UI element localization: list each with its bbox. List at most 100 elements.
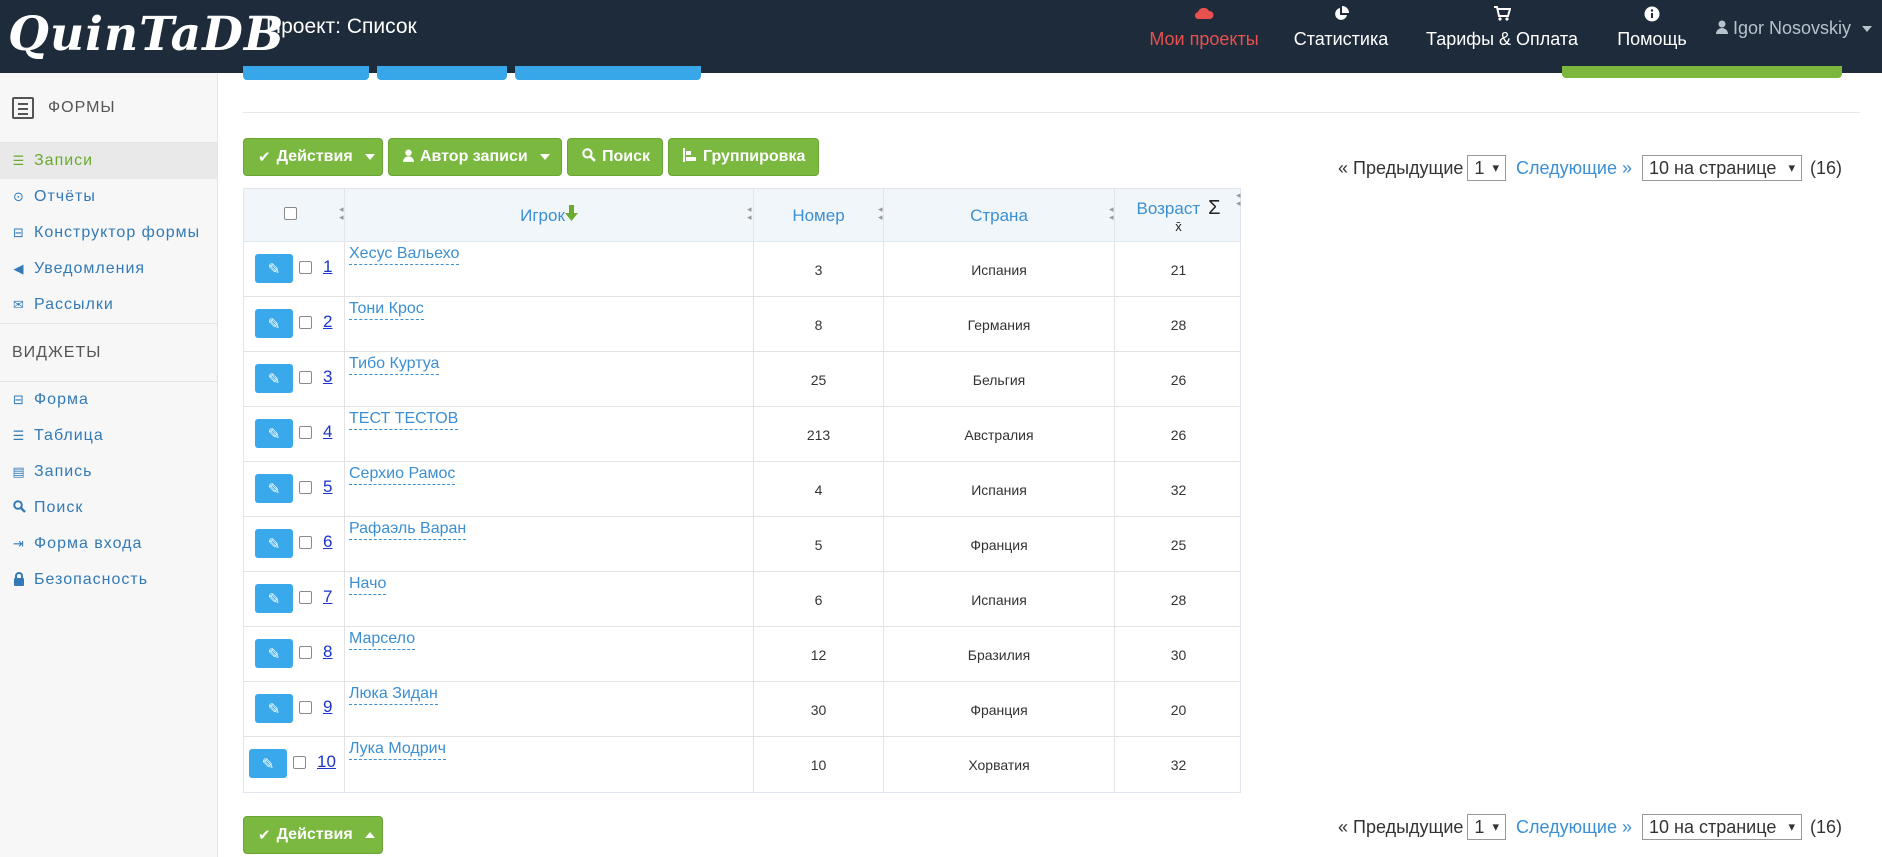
player-link[interactable]: Лука Модрич [349,739,446,760]
sidebar-item-widget-login[interactable]: ⇥ Форма входа [0,526,217,562]
scrolled-button[interactable] [377,66,507,80]
sidebar-item-widget-record[interactable]: ▤ Запись [0,454,217,490]
row-number-link[interactable]: 5 [323,477,332,497]
scrolled-button[interactable] [243,66,369,80]
edit-record-button[interactable]: ✎ [255,309,293,338]
search-button[interactable]: Поиск [567,138,663,176]
pencil-icon: ✎ [267,590,281,608]
row-number-link[interactable]: 6 [323,532,332,552]
sidebar-item-reports[interactable]: ⊙ Отчёты [0,179,217,215]
row-checkbox[interactable] [299,591,312,604]
resize-handle[interactable]: ◂ ◂ [1236,191,1241,208]
edit-record-button[interactable]: ✎ [255,639,293,668]
nav-help[interactable]: Помощь [1612,0,1692,73]
sidebar-item-widget-table[interactable]: ☰ Таблица [0,418,217,454]
player-link[interactable]: Хесус Вальехо [349,244,460,265]
column-header-number[interactable]: Номер ◂ ◂ [754,189,884,242]
column-header-country[interactable]: Страна ◂ ◂ [884,189,1115,242]
sidebar-item-notifications[interactable]: ◀ Уведомления [0,251,217,287]
resize-handle[interactable]: ◂ ◂ [878,205,883,222]
table-row[interactable]: ✎ 7 Начо 6 Испания 28 [244,572,1240,627]
player-link[interactable]: Серхио Рамос [349,464,456,485]
row-number-link[interactable]: 1 [323,257,332,277]
resize-handle[interactable]: ◂ ◂ [1109,205,1114,222]
table-row[interactable]: ✎ 3 Тибо Куртуа 25 Бельгия 26 [244,352,1240,407]
edit-record-button[interactable]: ✎ [255,474,293,503]
player-link[interactable]: ТЕСТ ТЕСТОВ [349,409,459,430]
row-number-link[interactable]: 7 [323,587,332,607]
per-page-select[interactable]: 10 на странице [1641,155,1802,181]
table-row[interactable]: ✎ 4 ТЕСТ ТЕСТОВ 213 Австралия 26 [244,407,1240,462]
scrolled-green-button[interactable] [1562,66,1842,78]
cell-player: Хесус Вальехо [345,242,754,297]
nav-pricing[interactable]: Тарифы & Оплата [1424,0,1580,73]
row-number-link[interactable]: 10 [317,752,336,772]
edit-record-button[interactable]: ✎ [255,419,293,448]
sidebar-item-widget-security[interactable]: Безопасность [0,562,217,598]
sum-icon[interactable]: Σ [1208,197,1220,220]
average-icon[interactable]: x̄ [1175,220,1182,234]
app-logo[interactable]: QuinTaDB [8,4,285,66]
column-header-player[interactable]: Игрок ◂ ◂ [345,189,754,242]
sidebar-item-records[interactable]: ☰ Записи [0,143,217,179]
edit-record-button[interactable]: ✎ [255,529,293,558]
row-checkbox[interactable] [299,646,312,659]
actions-button-bottom[interactable]: ✔ Действия [243,816,383,854]
table-row[interactable]: ✎ 10 Лука Модрич 10 Хорватия 32 [244,737,1240,792]
column-header-age[interactable]: Возраст Σ x̄ ◂ ◂ [1115,189,1242,242]
table-row[interactable]: ✎ 9 Люка Зидан 30 Франция 20 [244,682,1240,737]
actions-button[interactable]: ✔ Действия [243,138,383,176]
edit-record-button[interactable]: ✎ [249,749,287,778]
table-row[interactable]: ✎ 6 Рафаэль Варан 5 Франция 25 [244,517,1240,572]
per-page-select[interactable]: 10 на странице [1641,814,1802,840]
nav-statistics[interactable]: Статистика [1288,0,1394,73]
row-checkbox[interactable] [299,426,312,439]
row-checkbox[interactable] [299,701,312,714]
next-page-link[interactable]: Следующие » [1516,158,1632,179]
nav-my-projects[interactable]: Мои проекты [1148,0,1260,73]
resize-handle[interactable]: ◂ ◂ [747,205,752,222]
edit-record-button[interactable]: ✎ [255,254,293,283]
edit-record-button[interactable]: ✎ [255,694,293,723]
sidebar-item-form-builder[interactable]: ⊟ Конструктор формы [0,215,217,251]
page-select[interactable]: 1 [1467,155,1506,181]
player-link[interactable]: Тибо Куртуа [349,354,440,375]
row-checkbox[interactable] [299,261,312,274]
record-author-button[interactable]: Автор записи [388,138,562,176]
table-row[interactable]: ✎ 5 Серхио Рамос 4 Испания 32 [244,462,1240,517]
player-link[interactable]: Рафаэль Варан [349,519,467,540]
row-checkbox[interactable] [299,316,312,329]
sidebar-item-widget-form[interactable]: ⊟ Форма [0,382,217,418]
next-page-link[interactable]: Следующие » [1516,817,1632,838]
row-checkbox[interactable] [299,481,312,494]
edit-record-button[interactable]: ✎ [255,364,293,393]
row-number-link[interactable]: 4 [323,422,332,442]
table-row[interactable]: ✎ 1 Хесус Вальехо 3 Испания 21 [244,242,1240,297]
user-menu[interactable]: Igor Nosovskiy [1715,16,1872,40]
player-link[interactable]: Марсело [349,629,416,650]
edit-record-button[interactable]: ✎ [255,584,293,613]
player-link[interactable]: Тони Крос [349,299,424,320]
resize-handle[interactable]: ◂ ◂ [339,205,344,222]
row-number-link[interactable]: 8 [323,642,332,662]
row-number-link[interactable]: 9 [323,697,332,717]
row-number-link[interactable]: 3 [323,367,332,387]
player-link[interactable]: Люка Зидан [349,684,438,705]
page-select[interactable]: 1 [1467,814,1506,840]
row-checkbox[interactable] [299,371,312,384]
prev-page-text[interactable]: « Предыдущие [1338,817,1463,838]
table-row[interactable]: ✎ 2 Тони Крос 8 Германия 28 [244,297,1240,352]
grouping-button[interactable]: Группировка [668,138,819,176]
row-checkbox[interactable] [293,756,306,769]
select-all-checkbox[interactable] [284,207,297,220]
sidebar-item-widget-search[interactable]: Поиск [0,490,217,526]
row-number-link[interactable]: 2 [323,312,332,332]
sidebar-item-mailings[interactable]: ✉ Рассылки [0,287,217,323]
row-controls: ✎ 3 [244,352,345,407]
row-checkbox[interactable] [299,536,312,549]
sidebar-item-label: Уведомления [34,260,146,277]
scrolled-button[interactable] [515,66,701,80]
player-link[interactable]: Начо [349,574,387,595]
table-row[interactable]: ✎ 8 Марсело 12 Бразилия 30 [244,627,1240,682]
prev-page-text[interactable]: « Предыдущие [1338,158,1463,179]
